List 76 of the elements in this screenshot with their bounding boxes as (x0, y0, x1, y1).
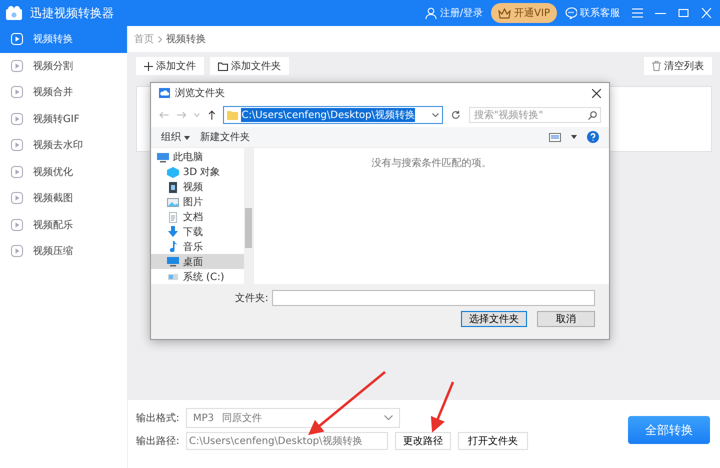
cube-icon (167, 166, 179, 178)
address-bar[interactable]: C:\Users\cenfeng\Desktop\视频转换 (223, 106, 444, 124)
folder-tree-item[interactable]: 图片 (151, 194, 244, 210)
add-file-button[interactable]: 添加文件 (136, 57, 204, 75)
video-tool-icon (10, 85, 24, 100)
view-options-icon[interactable] (549, 132, 561, 142)
video-tool-icon (10, 191, 24, 206)
chevron-down-icon[interactable] (571, 135, 577, 139)
trash-icon (652, 61, 661, 71)
folder-tree-item[interactable]: 文档 (151, 210, 244, 224)
select-folder-button[interactable]: 选择文件夹 (461, 311, 527, 327)
folder-tree-item[interactable]: 下载 (151, 224, 244, 240)
folder-icon (218, 62, 228, 70)
video-icon (167, 182, 179, 193)
vip-button[interactable]: 开通VIP (491, 3, 557, 23)
help-icon[interactable] (587, 131, 599, 143)
chevron-right-icon (158, 36, 162, 42)
folder-name-field[interactable] (272, 290, 595, 306)
breadcrumb-current: 视频转换 (166, 32, 206, 46)
menu-icon[interactable] (632, 8, 643, 18)
refresh-icon[interactable] (451, 110, 461, 120)
change-path-button[interactable]: 更改路径 (395, 432, 451, 450)
video-tool-icon (10, 32, 24, 46)
search-icon (588, 110, 597, 120)
chevron-down-icon (432, 113, 440, 117)
format-dropdown[interactable]: MP3 同原文件 (186, 408, 400, 428)
folder-tree-item[interactable]: 音乐 (151, 239, 244, 254)
user-icon (424, 7, 437, 19)
search-field[interactable]: 搜索"视频转换" (469, 107, 601, 123)
format-label: 输出格式: (136, 412, 180, 425)
up-arrow-icon[interactable] (208, 110, 216, 120)
cancel-button[interactable]: 取消 (537, 311, 595, 327)
folder-tree-item[interactable]: 系统 (C:) (151, 269, 244, 284)
path-label: 输出路径: (136, 434, 180, 448)
video-tool-icon (10, 58, 24, 73)
add-folder-button[interactable]: 添加文件夹 (210, 57, 289, 75)
support-link[interactable]: 联系客服 (565, 6, 620, 20)
app-logo-icon (6, 6, 22, 20)
crown-icon (498, 8, 512, 18)
folder-tree-item[interactable]: 桌面 (151, 254, 244, 270)
folder-tree-item[interactable]: 此电脑 (151, 150, 244, 165)
sidebar-item[interactable]: 视频转换 (0, 26, 127, 52)
empty-message: 没有与搜索条件匹配的项。 (372, 156, 492, 171)
dialog-title: 浏览文件夹 (175, 86, 225, 100)
login-link[interactable]: 注册/登录 (424, 6, 484, 20)
clear-list-button[interactable]: 清空列表 (644, 57, 712, 75)
arrow-drawing (430, 382, 454, 433)
video-tool-icon (10, 112, 24, 126)
drive-icon (167, 271, 179, 282)
video-tool-icon (10, 138, 24, 152)
video-tool-icon (10, 164, 24, 179)
new-folder-button[interactable]: 新建文件夹 (200, 130, 250, 144)
picture-icon (167, 196, 179, 208)
caret-icon (184, 136, 190, 140)
document-icon (167, 212, 179, 222)
window-title: 迅捷视频转换器 (30, 4, 114, 22)
folder-label: 文件夹: (235, 292, 268, 305)
chat-icon (565, 7, 577, 19)
download-icon (167, 226, 179, 238)
open-folder-button[interactable]: 打开文件夹 (458, 432, 528, 450)
close-icon[interactable] (592, 88, 601, 98)
chevron-down-icon (384, 415, 393, 421)
folder-tree-item[interactable]: 3D 对象 (151, 164, 244, 180)
desktop-icon (167, 256, 179, 268)
cloud-icon (159, 88, 170, 98)
folder-icon (227, 110, 238, 120)
folder-tree-item[interactable]: 视频 (151, 180, 244, 195)
video-tool-icon (10, 244, 24, 258)
scrollbar[interactable] (244, 148, 253, 284)
music-icon (167, 241, 179, 252)
computer-icon (157, 152, 169, 163)
plus-icon (144, 62, 153, 70)
maximize-icon[interactable] (678, 8, 689, 18)
video-tool-icon (10, 218, 24, 232)
output-path-field[interactable]: C:\Users\cenfeng\Desktop\视频转换 (186, 432, 388, 450)
organize-menu[interactable]: 组织 (161, 130, 190, 144)
